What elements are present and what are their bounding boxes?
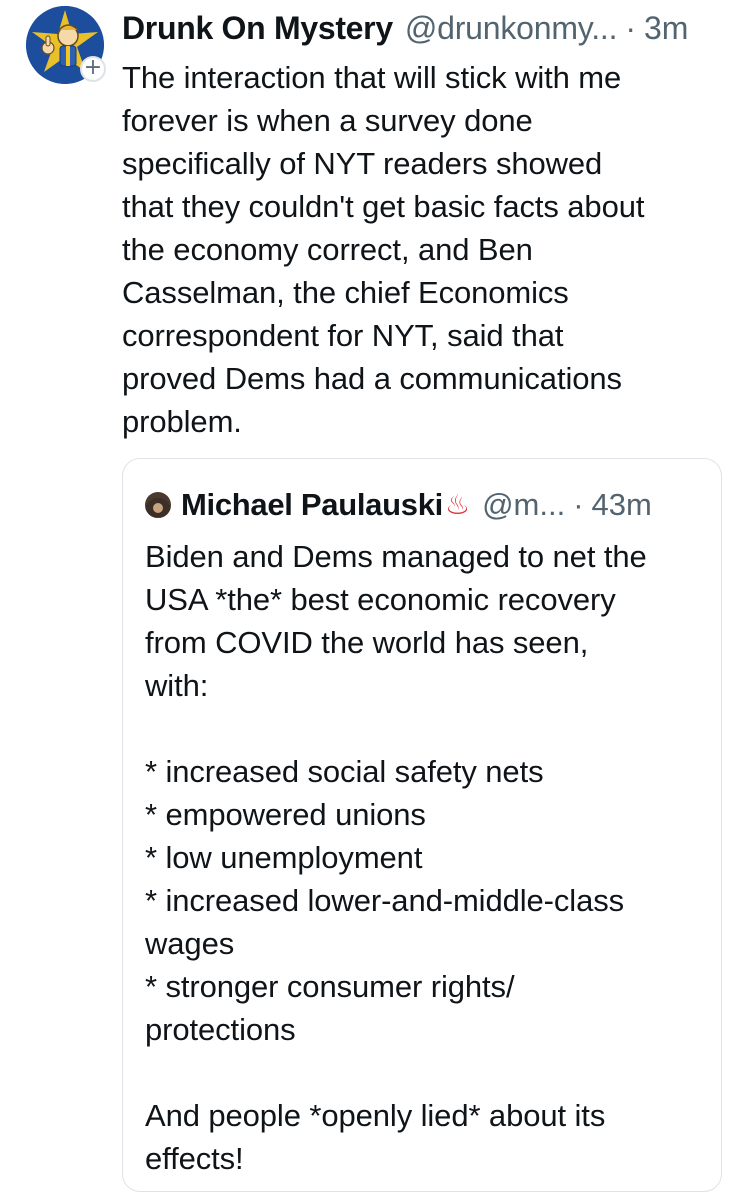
- quoted-post-timestamp[interactable]: 43m: [592, 483, 652, 527]
- quoted-post-text: Biden and Dems managed to net the USA *t…: [145, 539, 647, 1176]
- quoted-post-header: Michael Paulauski ♨ @m... · 43m: [145, 483, 705, 527]
- post-text: The interaction that will stick with me …: [122, 60, 645, 439]
- quoted-post-content: Michael Paulauski ♨ @m... · 43m Biden an…: [145, 483, 705, 1180]
- quoted-author-display-name[interactable]: Michael Paulauski: [181, 483, 443, 527]
- post[interactable]: + Drunk On Mystery @drunkonmy... · 3m Th…: [0, 0, 749, 1200]
- author-display-name[interactable]: Drunk On Mystery: [122, 6, 393, 50]
- separator-dot: ·: [625, 10, 636, 46]
- post-header: Drunk On Mystery @drunkonmy... · 3m: [122, 6, 732, 50]
- author-handle[interactable]: @drunkonmy...: [405, 6, 618, 50]
- hot-springs-emoji-icon: ♨: [444, 488, 471, 521]
- follow-plus-icon[interactable]: +: [80, 56, 106, 82]
- user-avatar-icon[interactable]: [145, 492, 171, 518]
- separator-dot: ·: [573, 487, 584, 522]
- author-avatar-wrapper[interactable]: +: [26, 6, 106, 84]
- post-timestamp[interactable]: 3m: [644, 6, 688, 50]
- quoted-author-handle[interactable]: @m...: [482, 483, 565, 527]
- quoted-post-card[interactable]: Michael Paulauski ♨ @m... · 43m Biden an…: [122, 458, 722, 1192]
- post-content: Drunk On Mystery @drunkonmy... · 3m The …: [122, 6, 732, 443]
